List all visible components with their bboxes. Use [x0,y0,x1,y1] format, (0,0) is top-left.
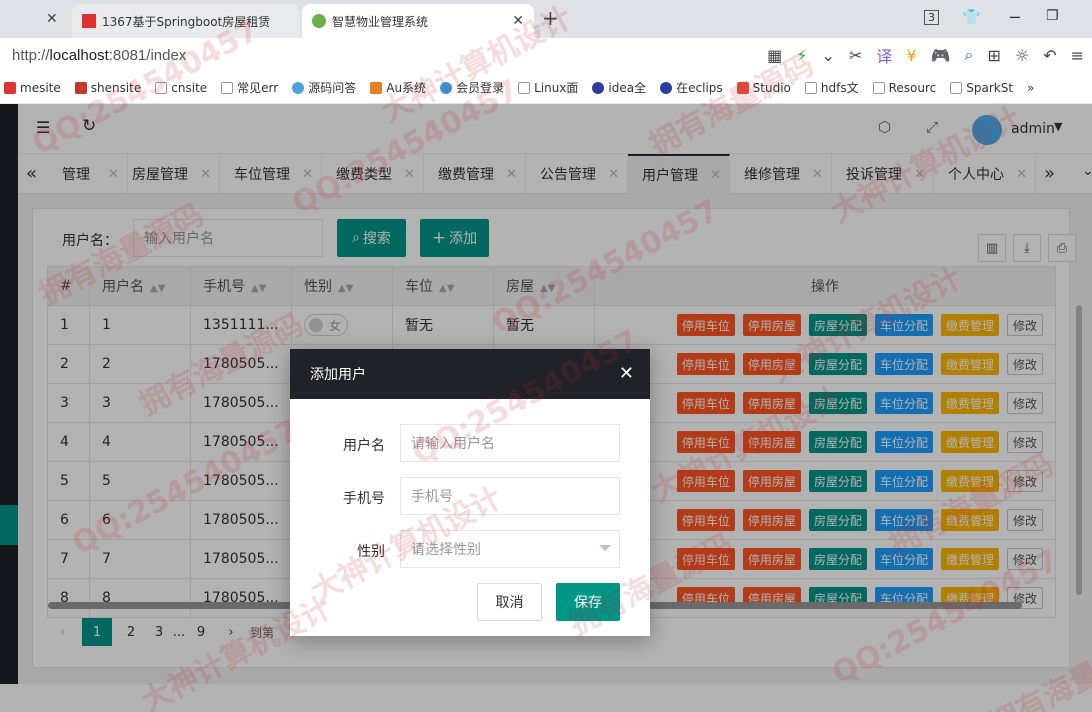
bookmark[interactable]: cnsite [155,81,207,95]
scissors-icon[interactable]: ✂ [849,46,862,65]
browser-tab-title: 智慧物业管理系统 [332,14,429,29]
url-text[interactable]: http://localhost:8081/index [12,47,186,64]
bookmark[interactable]: 常见err [221,79,278,96]
bookmark[interactable]: hdfs文 [804,79,859,96]
bookmark[interactable]: Au系统 [370,79,426,96]
phone-field[interactable]: 手机号 [400,477,620,515]
bookmark[interactable]: Resourc [872,80,937,95]
bookmark-label: idea全 [608,81,647,95]
bookmark[interactable]: 在eclips [660,79,723,96]
page-icon [950,81,963,94]
tab-count-icon[interactable]: 3 [924,10,939,25]
bookmark[interactable]: shensite [74,80,142,95]
search-icon[interactable]: ⌕ [964,45,973,65]
bookmark-label: Linux面 [534,81,579,95]
site-favicon-icon [82,14,96,28]
bookmark-label: 常见err [237,81,279,95]
browser-tab-bar: ✕ 1367基于Springboot房屋租赁 智慧物业管理系统 ✕ + 3 👕 … [0,0,1092,38]
page-icon [221,81,234,94]
bookmark[interactable]: mesite [4,81,61,95]
bookmark[interactable]: 源码问答 [292,79,356,96]
shirt-icon[interactable]: 👕 [962,8,981,26]
gender-select-value: 请选择性别 [411,542,481,558]
bookmark[interactable]: idea全 [592,79,646,96]
gender-select[interactable]: 请选择性别 [400,530,620,568]
dialog-header: 添加用户 [290,349,650,399]
browser-tab-active[interactable]: 智慧物业管理系统 ✕ [302,4,534,38]
page-icon [804,81,817,94]
bookmarks-more-icon[interactable]: » [1027,81,1034,95]
cloud-icon [440,81,453,94]
bookmark-label: Studio [752,80,791,95]
cancel-button[interactable]: 取消 [477,583,542,621]
chevron-down-icon[interactable]: ⌄ [822,46,835,65]
close-tab-icon[interactable]: ✕ [512,13,524,29]
bookmark-label: mesite [20,80,61,95]
close-icon[interactable]: ✕ [619,363,634,384]
bookmark-icon [370,81,383,94]
grid-icon[interactable]: ⊞ [987,46,1000,65]
page-icon [518,81,531,94]
bookmark-icon [292,81,305,94]
bookmark-icon [736,81,749,94]
bookmark-label: Resourc [888,80,937,95]
bookmark-label: Au系统 [386,81,427,95]
gamepad-icon[interactable]: 🎮 [931,46,951,65]
bookmarks-bar: mesite shensite cnsite 常见err 源码问答 Au系统 会… [0,72,1092,104]
bookmark[interactable]: 会员登录 [440,79,504,96]
bookmark[interactable]: Studio [736,80,791,95]
menu-icon[interactable]: ≡ [1071,46,1084,65]
new-tab-icon[interactable]: + [542,6,559,30]
browser-tab[interactable]: 1367基于Springboot房屋租赁 [72,4,300,38]
restore-icon[interactable]: ❐ [1046,8,1059,24]
bookmark-label: 在eclips [676,81,723,95]
browser-tab-title: 1367基于Springboot房屋租赁 [102,14,271,29]
save-button[interactable]: 保存 [556,583,620,621]
paw-icon [592,81,605,94]
close-tab-icon[interactable]: ✕ [46,11,58,27]
bookmark-icon [74,81,87,94]
leaf-favicon-icon [312,14,326,28]
undo-icon[interactable]: ↶ [1043,46,1056,65]
gender-label: 性别 [357,544,385,560]
paw-icon [660,81,673,94]
bookmark[interactable]: SparkSt [950,81,1013,95]
page-icon [155,81,168,94]
bookmark-label: hdfs文 [820,81,859,95]
dialog-title: 添加用户 [310,367,366,383]
bookmark-label: shensite [90,80,142,95]
minimize-icon[interactable]: ─ [1010,8,1020,27]
bookmark[interactable]: Linux面 [518,79,578,96]
browser-toolbar: ▦ ⚡ ⌄ ✂ 译 ¥ 🎮 ⌕ ⊞ ☼ ↶ ≡ [767,38,1084,72]
chevron-down-icon [599,545,611,551]
brightness-icon[interactable]: ☼ [1015,46,1029,65]
coin-icon[interactable]: ¥ [906,46,916,65]
translate-icon[interactable]: 译 [876,43,892,67]
bookmark-icon [4,81,16,94]
page-icon [872,81,885,94]
bookmark-label: SparkSt [966,80,1014,95]
bookmark-label: cnsite [171,80,208,95]
username-field[interactable]: 请输入用户名 [400,424,620,462]
qr-icon[interactable]: ▦ [767,46,782,65]
username-label: 用户名 [343,438,385,454]
lightning-icon[interactable]: ⚡ [796,46,807,65]
bookmark-label: 源码问答 [308,81,357,95]
bookmark-label: 会员登录 [456,81,505,95]
phone-label: 手机号 [343,491,385,507]
add-user-dialog: 添加用户 ✕ 用户名 请输入用户名 手机号 手机号 性别 请选择性别 取消 保存 [290,349,650,636]
